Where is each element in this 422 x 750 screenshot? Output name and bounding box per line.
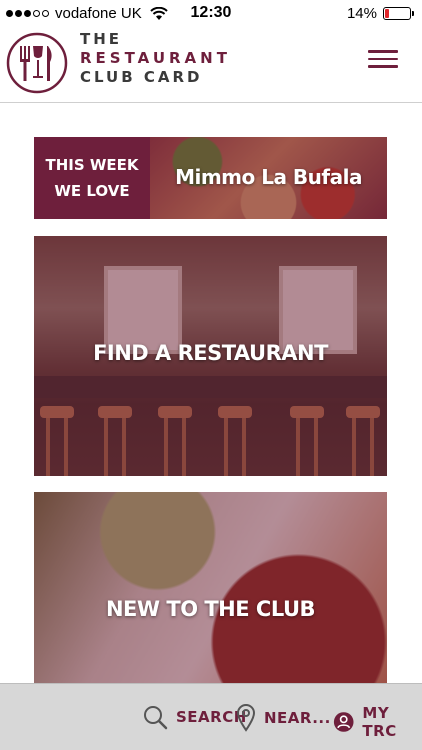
this-week-line2: WE LOVE (54, 182, 130, 200)
this-week-badge: THIS WEEK WE LOVE (34, 137, 150, 219)
featured-restaurant-image[interactable]: Mimmo La Bufala (150, 137, 387, 219)
search-nav-button[interactable]: SEARCH (142, 704, 247, 730)
battery-percent: 14% (346, 5, 377, 22)
find-restaurant-tile[interactable]: FIND A RESTAURANT (34, 236, 387, 476)
brand-line-2: RESTAURANT (80, 49, 231, 67)
my-trc-nav-label: MY TRC (362, 704, 397, 740)
brand-line-3: CLUB CARD (80, 68, 203, 86)
featured-restaurant-name: Mimmo La Bufala (175, 165, 362, 189)
search-icon (144, 706, 168, 730)
this-week-line1: THIS WEEK (45, 156, 139, 174)
status-bar: vodafone UK 12:30 14% (0, 0, 422, 28)
bottom-nav-bar: SEARCH NEAR... MY TRC (0, 683, 422, 750)
brand-line-1: THE (80, 30, 123, 48)
new-to-club-label: NEW TO THE CLUB (105, 597, 316, 621)
brand-wordmark: THE RESTAURANT CLUB CARD (80, 30, 231, 87)
near-nav-button[interactable]: NEAR... (236, 704, 331, 732)
find-restaurant-label: FIND A RESTAURANT (93, 341, 328, 365)
this-week-tile[interactable]: THIS WEEK WE LOVE Mimmo La Bufala (34, 137, 387, 219)
my-trc-nav-button[interactable]: MY TRC (333, 704, 422, 740)
battery-icon (383, 7, 411, 20)
app-header: THE RESTAURANT CLUB CARD (0, 28, 422, 103)
battery-info: 14% (347, 5, 414, 22)
user-icon (333, 712, 354, 732)
location-pin-icon (236, 704, 256, 732)
new-to-club-tile[interactable]: NEW TO THE CLUB (34, 492, 387, 692)
hamburger-menu-icon[interactable] (368, 50, 398, 72)
cutlery-logo-icon[interactable] (6, 32, 68, 94)
near-nav-label: NEAR... (264, 709, 331, 727)
